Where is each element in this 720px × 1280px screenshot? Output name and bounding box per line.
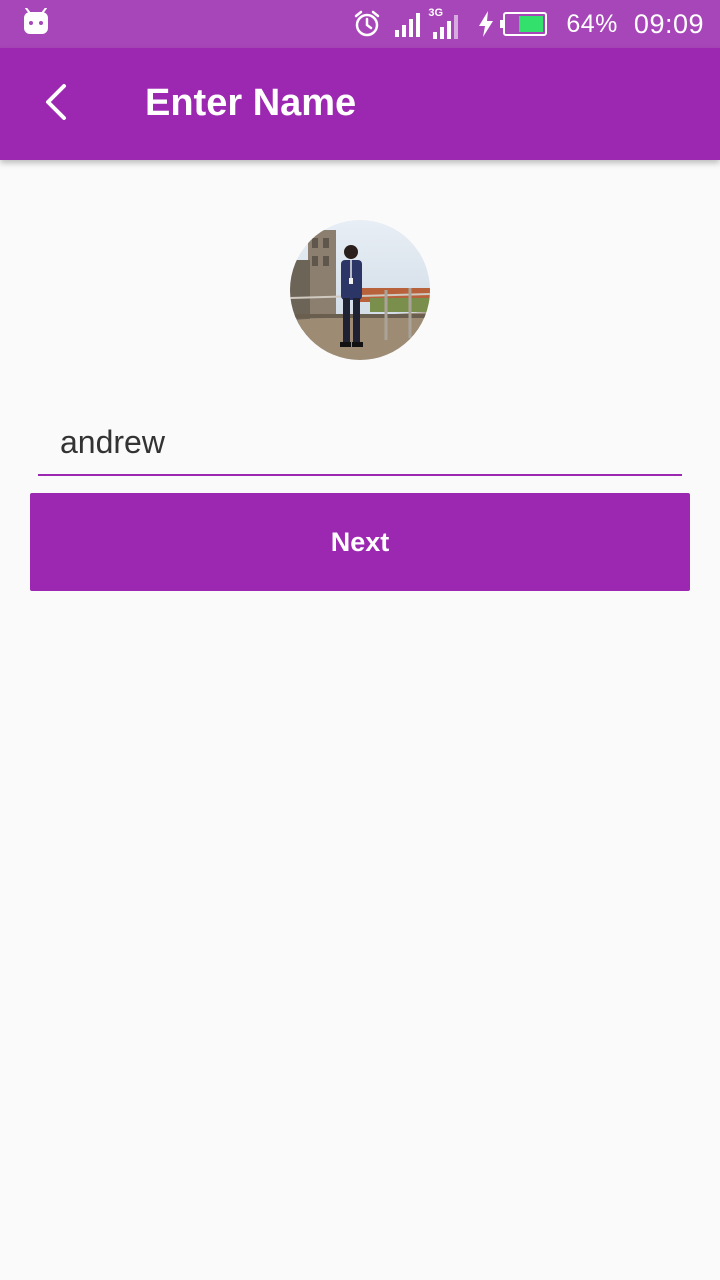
status-bar: 3G 64% 09:09 [0,0,720,48]
next-button[interactable]: Next [30,493,690,591]
battery-icon [500,11,548,37]
back-button[interactable] [26,76,86,132]
avatar[interactable] [290,220,430,360]
app-bar: Enter Name [0,48,720,160]
battery-percent: 64% [566,9,618,38]
network-type-label: 3G [428,7,444,19]
clock: 09:09 [633,8,704,39]
profile-photo [290,220,430,360]
alarm-icon [352,9,382,39]
charging-icon [478,11,494,37]
signal-icon [394,10,422,38]
page-title: Enter Name [145,82,357,124]
3g-signal-icon: 3G [428,7,460,40]
name-input[interactable] [38,410,682,476]
back-arrow-icon [44,83,68,125]
android-notification-icon [22,7,50,38]
